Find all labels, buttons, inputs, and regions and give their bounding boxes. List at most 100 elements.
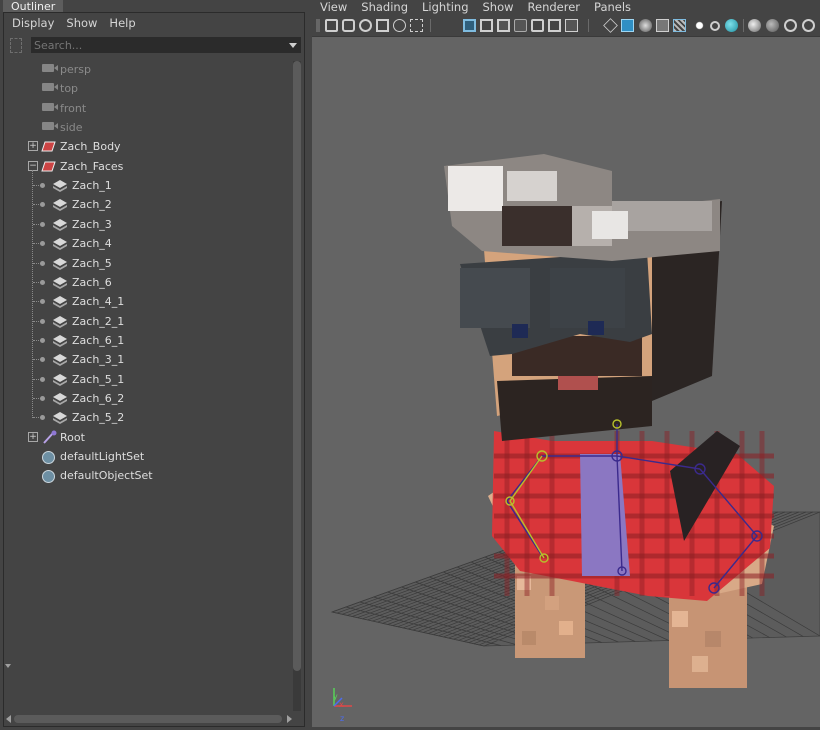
outliner-item-zach-4[interactable]: Zach_4 [4,234,288,253]
group-icon [53,277,67,289]
menu-display[interactable]: Display [6,14,60,32]
search-row [6,35,302,55]
outliner-item-front[interactable]: front [4,99,288,118]
scroll-down-arrow-icon[interactable] [5,664,11,668]
tree-node-dot-icon [40,222,45,227]
vertical-scroll-thumb[interactable] [293,61,301,671]
outliner-item-side[interactable]: side [4,118,288,137]
outliner-item-defaultobjectset[interactable]: defaultObjectSet [4,466,288,485]
expand-toggle-icon[interactable]: + [28,141,38,151]
scroll-left-arrow-icon[interactable] [6,715,11,723]
tree-node-dot-icon [40,261,45,266]
lighting-icon[interactable] [693,19,706,32]
outliner-item-zach-3[interactable]: Zach_3 [4,215,288,234]
film-gate-icon[interactable] [480,19,493,32]
axis-y-label: y [333,692,338,701]
vertical-scrollbar[interactable] [293,61,301,711]
toolbar-separator [588,19,589,32]
tree-node-dot-icon [40,415,45,420]
menu-view[interactable]: View [312,0,353,16]
grid-toggle-icon[interactable] [463,19,476,32]
shadows-icon[interactable] [710,21,720,31]
image-plane-icon[interactable] [376,19,389,32]
outliner-item-zach-6-2[interactable]: Zach_6_2 [4,389,288,408]
resolution-gate-icon[interactable] [497,19,510,32]
outliner-item-zach-body[interactable]: + Zach_Body [4,137,288,156]
isolate-select-icon[interactable] [802,19,815,32]
gate-mask-icon[interactable] [514,19,527,32]
viewport-panel[interactable]: View Shading Lighting Show Renderer Pane… [312,0,820,727]
tree-node-dot-icon [40,299,45,304]
tree-node-dot-icon [40,338,45,343]
motion-blur-icon[interactable] [748,19,761,32]
wireframe-on-shaded-icon[interactable] [656,19,669,32]
outliner-item-zach-5[interactable]: Zach_5 [4,254,288,273]
outliner-item-persp[interactable]: persp [4,60,288,79]
outliner-item-label: Zach_2_1 [72,315,125,328]
camera-select-icon[interactable] [325,19,338,32]
joint-icon [43,430,57,444]
group-icon [53,199,67,211]
axis-z-label: z [340,714,345,723]
outliner-item-zach-4-1[interactable]: Zach_4_1 [4,292,288,311]
outliner-item-zach-1[interactable]: Zach_1 [4,176,288,195]
tree-node-dot-icon [40,183,45,188]
expand-toggle-icon[interactable]: + [28,432,38,442]
outliner-item-label: Zach_5 [72,257,112,270]
group-icon [53,335,67,347]
anti-aliasing-icon[interactable] [766,19,779,32]
horizontal-scrollbar[interactable] [14,715,282,723]
menu-show[interactable]: Show [60,14,103,32]
outliner-item-zach-6[interactable]: Zach_6 [4,273,288,292]
safe-title-icon[interactable] [565,19,578,32]
bookmarks-icon[interactable] [359,19,372,32]
tree-node-dot-icon [40,241,45,246]
outliner-item-label: Zach_3 [72,218,112,231]
grease-pencil-icon[interactable] [410,19,423,32]
ambient-occlusion-icon[interactable] [725,19,738,32]
scene-render [330,154,820,707]
smooth-shade-icon[interactable] [621,19,634,32]
menu-lighting[interactable]: Lighting [414,0,474,16]
outliner-item-zach-2-1[interactable]: Zach_2_1 [4,312,288,331]
outliner-item-defaultlightset[interactable]: defaultLightSet [4,447,288,466]
safe-action-icon[interactable] [548,19,561,32]
menu-renderer[interactable]: Renderer [520,0,587,16]
search-input[interactable] [31,37,301,53]
tree-node-dot-icon [40,396,45,401]
character-torso [492,431,774,601]
outliner-item-zach-6-1[interactable]: Zach_6_1 [4,331,288,350]
outliner-item-label: front [60,102,87,115]
outliner-item-zach-3-1[interactable]: Zach_3_1 [4,350,288,369]
menu-shading[interactable]: Shading [353,0,414,16]
2d-pan-zoom-icon[interactable] [393,19,406,32]
set-icon [42,451,55,464]
outliner-item-zach-5-1[interactable]: Zach_5_1 [4,370,288,389]
outliner-item-zach-5-2[interactable]: Zach_5_2 [4,408,288,427]
textured-icon[interactable] [673,19,686,32]
outliner-item-top[interactable]: top [4,79,288,98]
tree-node-dot-icon [40,280,45,285]
outliner-item-label: Zach_5_1 [72,373,125,386]
character-head [444,154,722,441]
filter-grip-icon[interactable] [10,38,22,53]
outliner-item-root[interactable]: + Root [4,428,288,447]
outliner-item-zach-faces[interactable]: − Zach_Faces [4,157,288,176]
search-dropdown-arrow-icon[interactable] [289,43,297,48]
set-icon [42,470,55,483]
menu-show[interactable]: Show [475,0,520,16]
use-default-material-icon[interactable] [639,19,652,32]
wireframe-icon[interactable] [603,18,618,33]
field-chart-icon[interactable] [531,19,544,32]
toolbar-separator [743,19,744,32]
expand-toggle-icon[interactable]: − [28,161,38,171]
3d-scene[interactable]: x y z [312,36,820,727]
scroll-right-arrow-icon[interactable] [287,715,292,723]
outliner-item-zach-2[interactable]: Zach_2 [4,195,288,214]
camera-attributes-icon[interactable] [342,19,355,32]
depth-of-field-icon[interactable] [784,19,797,32]
group-icon [53,219,67,231]
menu-panels[interactable]: Panels [586,0,637,16]
menu-help[interactable]: Help [103,14,141,32]
mesh-icon [41,161,56,172]
